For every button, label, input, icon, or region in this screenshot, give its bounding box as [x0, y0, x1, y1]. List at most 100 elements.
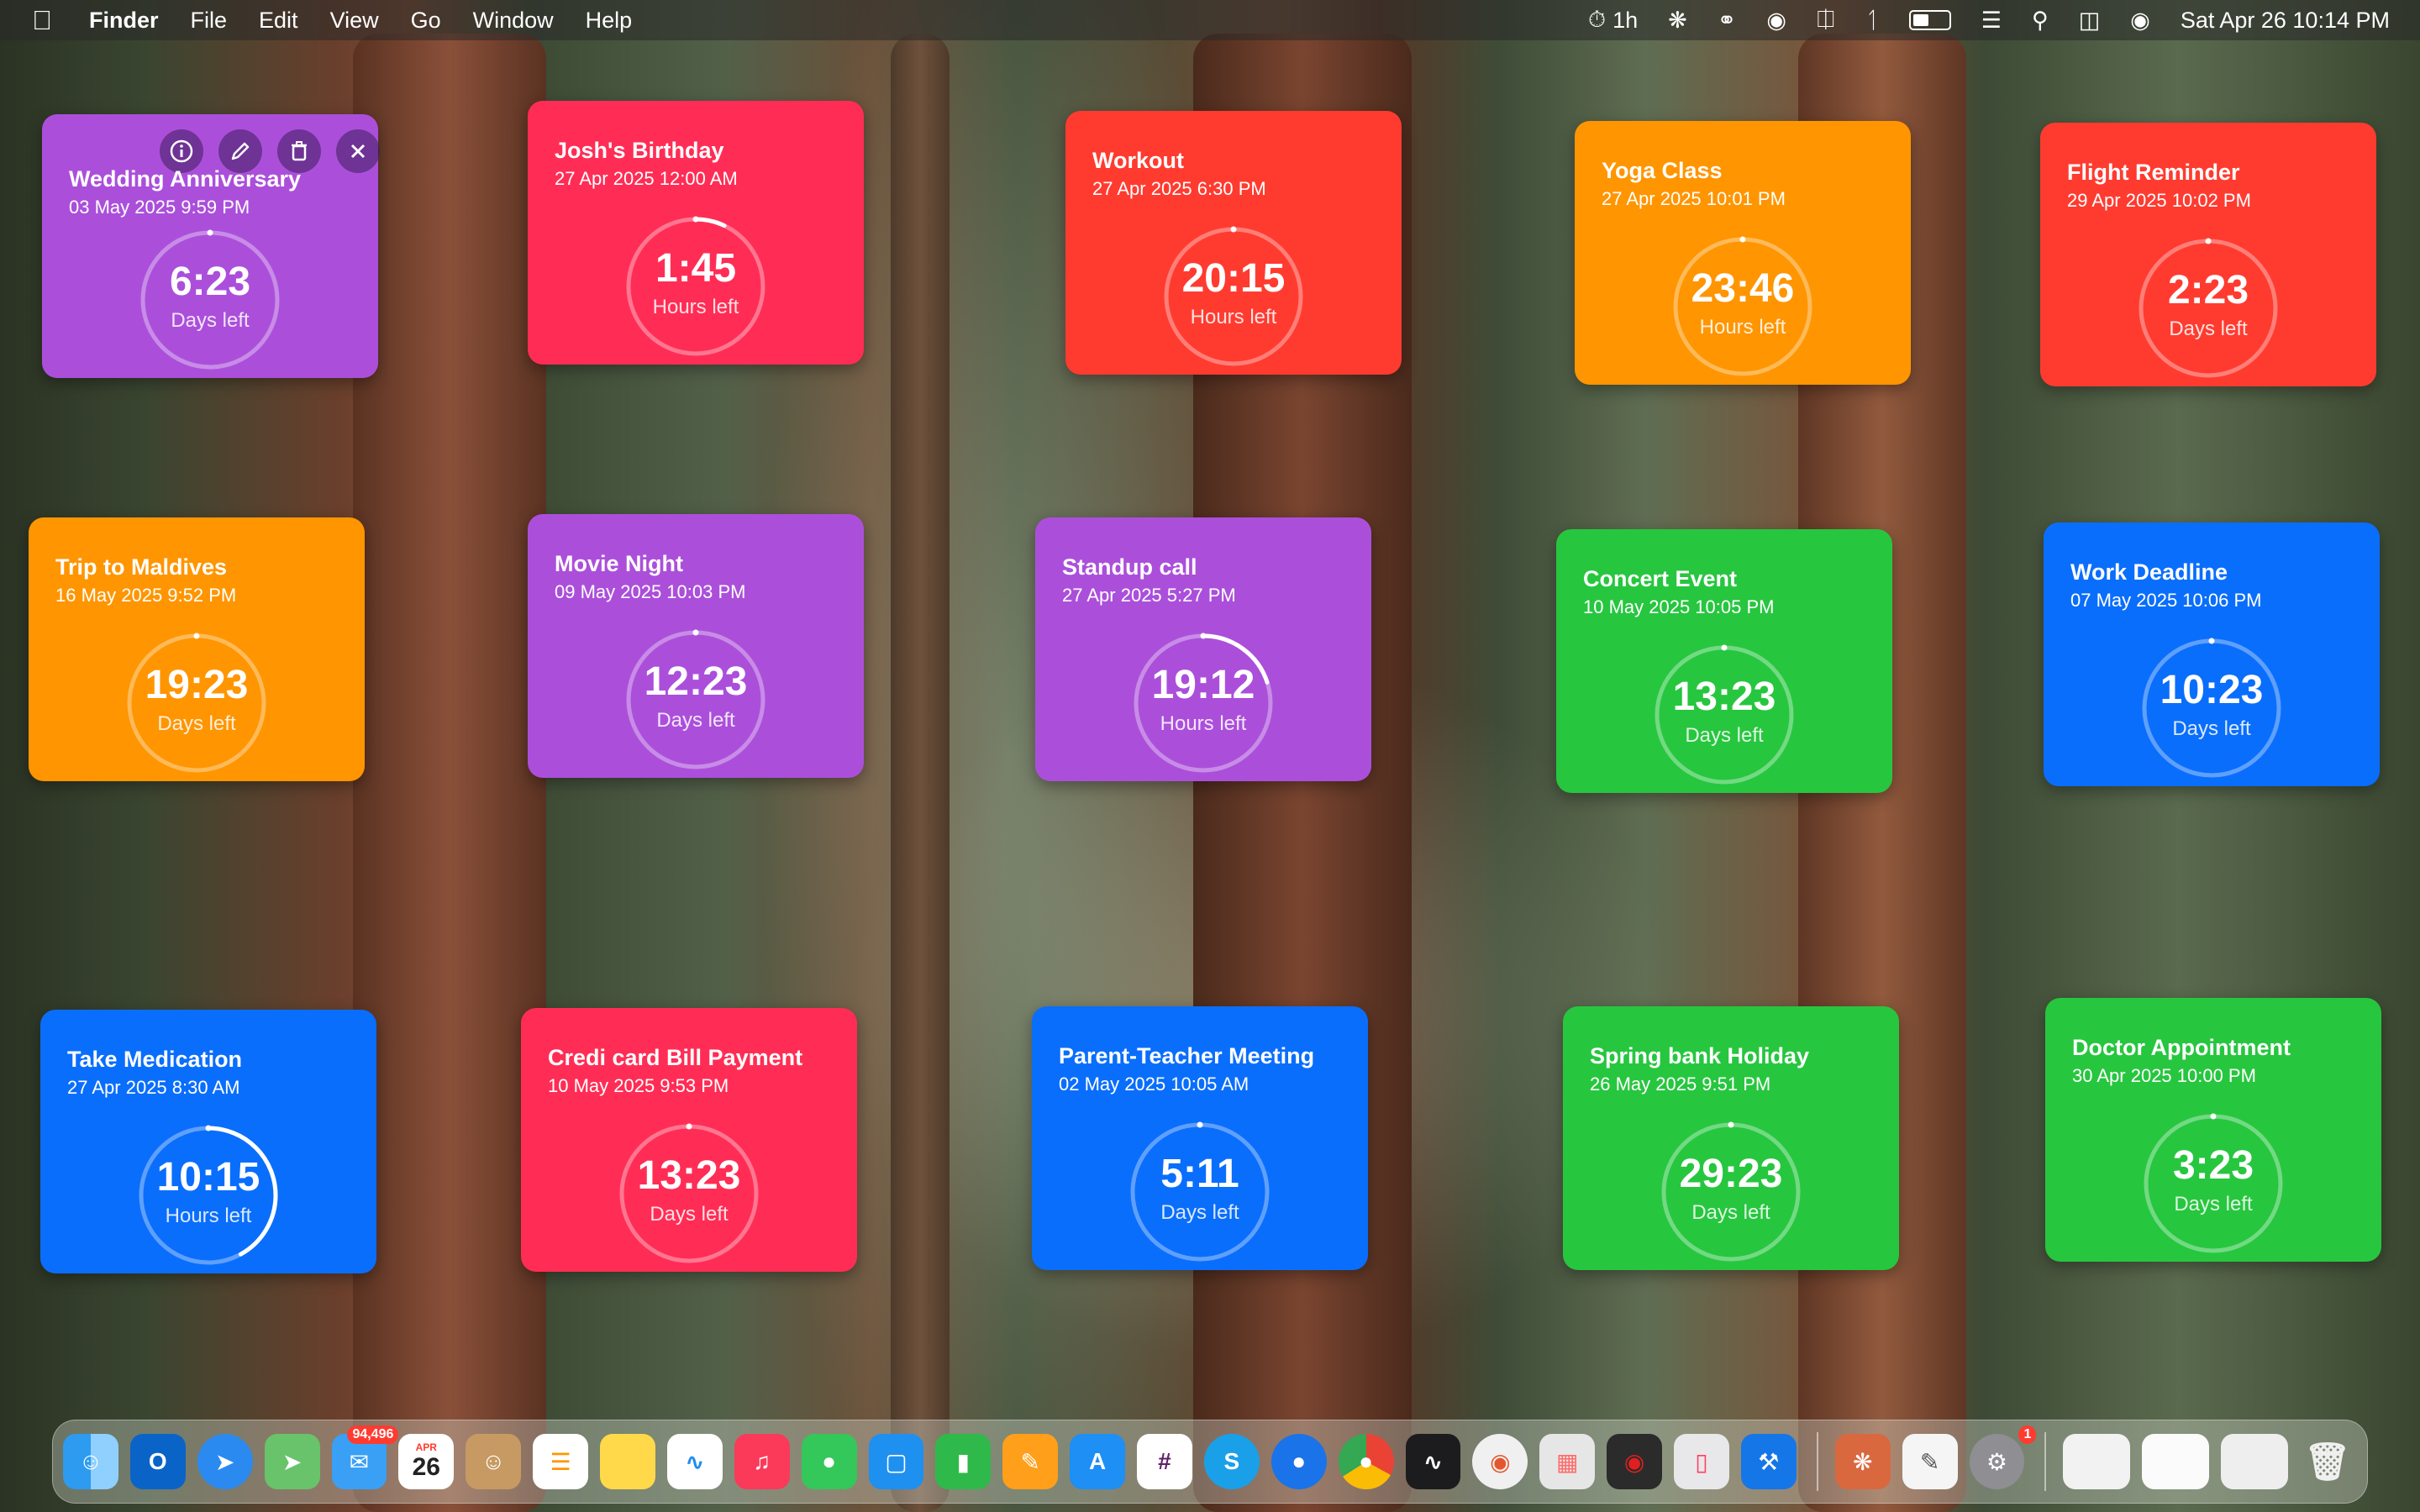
- finder-icon[interactable]: ☺: [63, 1434, 118, 1489]
- countdown-unit: Hours left: [165, 1205, 252, 1227]
- widget-credit-card-bill-payment[interactable]: Credi card Bill Payment 10 May 2025 9:53…: [521, 1008, 857, 1272]
- menu-view[interactable]: View: [330, 8, 379, 34]
- control-center-icon[interactable]: ◫: [2079, 8, 2101, 34]
- numbers-icon[interactable]: ▮: [935, 1434, 992, 1489]
- ring-start-dot: [1721, 644, 1728, 651]
- countdown-unit: Hours left: [1160, 712, 1247, 735]
- siri-icon[interactable]: ◉: [2130, 8, 2150, 34]
- music-icon[interactable]: ♫: [734, 1434, 790, 1489]
- widget-workout[interactable]: Workout 27 Apr 2025 6:30 PM 20:15 Hours …: [1065, 111, 1402, 375]
- outlook-icon[interactable]: O: [129, 1434, 186, 1489]
- widget-doctor-appointment[interactable]: Doctor Appointment 30 Apr 2025 10:00 PM …: [2045, 998, 2381, 1262]
- countdown-value: 19:12: [1151, 663, 1255, 707]
- widget-yoga-class[interactable]: Yoga Class 27 Apr 2025 10:01 PM 23:46 Ho…: [1575, 121, 1911, 385]
- textedit-icon[interactable]: ✎: [1902, 1434, 1958, 1489]
- keynote-icon[interactable]: ▢: [868, 1434, 924, 1489]
- timer-icon[interactable]: ⏱: [1588, 7, 1606, 34]
- vpn-icon[interactable]: ◉: [1472, 1434, 1528, 1489]
- activity-monitor-icon[interactable]: ∿: [1405, 1434, 1461, 1489]
- menu-edit[interactable]: Edit: [259, 8, 298, 34]
- screen-recorder-icon[interactable]: ◉: [1607, 1434, 1662, 1489]
- menu-go[interactable]: Go: [411, 8, 441, 34]
- widget-movie-night[interactable]: Movie Night 09 May 2025 10:03 PM 12:23 D…: [528, 514, 864, 778]
- ring-start-dot: [1728, 1121, 1734, 1128]
- close-icon[interactable]: [336, 129, 380, 173]
- countdown-value: 1:45: [655, 246, 737, 291]
- widget-standup-call[interactable]: Standup call 27 Apr 2025 5:27 PM 19:12 H…: [1035, 517, 1371, 781]
- pin-icon[interactable]: ●: [1270, 1434, 1327, 1489]
- system-settings-icon[interactable]: ⚙ 1: [1969, 1425, 2037, 1489]
- widget-joshs-birthday[interactable]: Josh's Birthday 27 Apr 2025 12:00 AM 1:4…: [528, 101, 864, 365]
- claude-icon[interactable]: ❋: [1834, 1434, 1891, 1489]
- widget-title: Standup call: [1062, 554, 1197, 580]
- ring-start-dot: [193, 633, 200, 639]
- dock: ☺ O ➤ ➤ ✉ 94,496 APR 26 ☺ ☰ ∿ ♫ ● ▢ ▮ ✎ A…: [52, 1420, 2368, 1504]
- widget-spring-bank-holiday[interactable]: Spring bank Holiday 26 May 2025 9:51 PM …: [1563, 1006, 1899, 1270]
- menubar-datetime[interactable]: Sat Apr 26 10:14 PM: [2181, 8, 2390, 34]
- notes-icon[interactable]: [600, 1434, 655, 1489]
- widget-take-medication[interactable]: Take Medication 27 Apr 2025 8:30 AM 10:1…: [40, 1010, 376, 1273]
- mail-icon[interactable]: ✉ 94,496: [331, 1425, 399, 1489]
- launchpad-icon[interactable]: ▦: [1539, 1434, 1596, 1489]
- contacts-icon[interactable]: ☺: [466, 1434, 522, 1489]
- dock-separator: [2044, 1432, 2047, 1491]
- widget-title: Take Medication: [67, 1047, 243, 1072]
- maps-icon[interactable]: ➤: [264, 1434, 320, 1489]
- messages-icon[interactable]: ●: [801, 1434, 857, 1489]
- widget-title: Concert Event: [1583, 566, 1738, 591]
- pages-icon[interactable]: ✎: [1002, 1434, 1059, 1489]
- widget-concert-event[interactable]: Concert Event 10 May 2025 10:05 PM 13:23…: [1556, 529, 1892, 793]
- folder-stack-icon[interactable]: [2142, 1434, 2210, 1489]
- widget-flight-reminder[interactable]: Flight Reminder 29 Apr 2025 10:02 PM 2:2…: [2040, 123, 2376, 386]
- calendar-icon[interactable]: APR 26: [398, 1434, 455, 1489]
- freeform-icon[interactable]: ∿: [666, 1434, 723, 1489]
- slack-icon[interactable]: #: [1137, 1434, 1192, 1489]
- menu-window[interactable]: Window: [473, 8, 554, 34]
- headphones-icon[interactable]: ⚭: [1718, 8, 1737, 34]
- widget-title: Parent-Teacher Meeting: [1059, 1043, 1315, 1068]
- countdown-value: 10:23: [2160, 668, 2264, 712]
- apple-menu-icon[interactable]: : [32, 5, 60, 36]
- wifi-icon[interactable]: ☰: [1981, 8, 2002, 34]
- countdown-value: 19:23: [145, 663, 249, 707]
- iphone-mirroring-icon[interactable]: ▯: [1674, 1434, 1729, 1489]
- reminders-icon[interactable]: ☰: [533, 1434, 588, 1489]
- countdown-value: 29:23: [1679, 1152, 1783, 1196]
- menu-help[interactable]: Help: [586, 8, 633, 34]
- safari-icon[interactable]: ➤: [197, 1434, 253, 1489]
- trash-icon[interactable]: 🗑: [2300, 1434, 2355, 1489]
- downloads-stack-icon[interactable]: [2063, 1434, 2131, 1489]
- app-store-icon[interactable]: A: [1070, 1434, 1125, 1489]
- app-menu[interactable]: Finder: [89, 8, 159, 34]
- xcode-icon[interactable]: ⚒: [1740, 1434, 1797, 1489]
- countdown-unit: Days left: [656, 709, 735, 732]
- widget-date: 07 May 2025 10:06 PM: [2070, 590, 2262, 611]
- widget-date: 27 Apr 2025 8:30 AM: [67, 1077, 240, 1098]
- widget-date: 26 May 2025 9:51 PM: [1590, 1074, 1771, 1095]
- dock-separator: [1816, 1432, 1818, 1491]
- bluetooth-icon[interactable]: ᛐ: [1865, 8, 1879, 34]
- window-stack-icon[interactable]: [2221, 1434, 2288, 1489]
- widget-work-deadline[interactable]: Work Deadline 07 May 2025 10:06 PM 10:23…: [2044, 522, 2380, 786]
- skype-icon[interactable]: S: [1203, 1434, 1260, 1489]
- battery-icon[interactable]: [1908, 10, 1951, 30]
- eye-icon[interactable]: ◉: [1766, 8, 1786, 34]
- claude-icon[interactable]: ❋: [1668, 8, 1687, 34]
- countdown-unit: Hours left: [1699, 316, 1786, 339]
- widget-title: Wedding Anniversary: [69, 166, 302, 192]
- timer-label[interactable]: 1h: [1612, 8, 1638, 34]
- widget-date: 02 May 2025 10:05 AM: [1059, 1074, 1249, 1095]
- paperclip-icon[interactable]: ⎅: [1817, 7, 1835, 34]
- tree-trunk: [891, 34, 950, 1512]
- menu-file[interactable]: File: [191, 8, 228, 34]
- search-icon[interactable]: ⚲: [2032, 8, 2049, 34]
- countdown-value: 13:23: [1672, 675, 1776, 719]
- ring-start-dot: [692, 629, 699, 636]
- countdown-unit: Days left: [1691, 1201, 1770, 1224]
- widget-wedding-anniversary[interactable]: Wedding Anniversary 03 May 2025 9:59 PM …: [42, 114, 380, 378]
- menu-bar:  Finder File Edit View Go Window Help ⏱…: [0, 0, 2420, 40]
- widget-trip-to-maldives[interactable]: Trip to Maldives 16 May 2025 9:52 PM 19:…: [29, 517, 365, 781]
- widget-parent-teacher-meeting[interactable]: Parent-Teacher Meeting 02 May 2025 10:05…: [1032, 1006, 1368, 1270]
- chrome-icon[interactable]: ●: [1338, 1434, 1394, 1489]
- ring-start-dot: [1197, 1121, 1203, 1128]
